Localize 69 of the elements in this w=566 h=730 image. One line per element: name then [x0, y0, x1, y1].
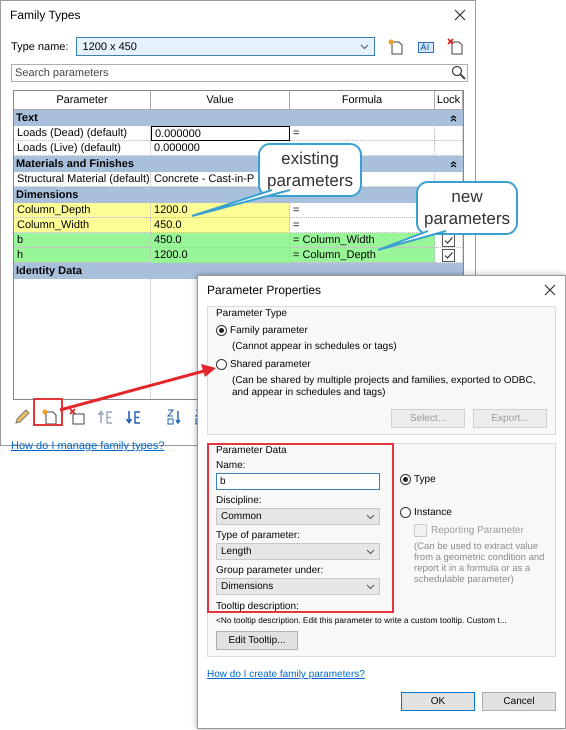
field-label: Discipline:	[216, 495, 263, 506]
highlight-frame	[33, 398, 63, 426]
option-note: (Can be used to extract value from a geometric condition and report it in a formula or as a schedulable parameter)	[414, 541, 546, 585]
collapse-icon[interactable]	[450, 160, 457, 168]
field-label: Type of parameter:	[216, 530, 301, 541]
group-name: Materials and Finishes	[16, 158, 134, 170]
option-note: (Cannot appear in schedules or tags)	[232, 341, 398, 353]
close-icon[interactable]	[543, 283, 557, 297]
name-field[interactable]: b	[216, 473, 380, 490]
window-title: Parameter Properties	[207, 283, 322, 297]
tooltip-text: <No tooltip description. Edit this parameter to write a custom tooltip. Custom t...	[216, 615, 507, 626]
group-name: Text	[16, 112, 38, 124]
parameter-cell: Loads (Dead) (default)	[14, 126, 151, 141]
group-label: Parameter Data	[216, 445, 288, 456]
caret-icon	[360, 44, 369, 50]
column-header[interactable]: Parameter	[14, 91, 151, 110]
dropdown[interactable]: Common	[216, 508, 380, 525]
parameter-cell: Column_Width	[14, 218, 151, 233]
dialog-button[interactable]: Cancel	[482, 692, 556, 711]
lock-checkbox[interactable]	[442, 248, 455, 262]
caret-icon	[366, 584, 375, 590]
caret-icon	[366, 514, 375, 520]
type-name-dropdown[interactable]: 1200 x 450	[76, 37, 375, 56]
group-name: Dimensions	[16, 189, 78, 201]
search-icon[interactable]	[451, 65, 466, 80]
radio-button[interactable]: Instance	[400, 507, 550, 518]
formula-cell: = Column_Width	[290, 233, 435, 248]
dropdown[interactable]: Length	[216, 543, 380, 560]
option-note: (Can be shared by multiple projects and families, exported to ODBC, and appear in schedules and tags)	[232, 375, 536, 399]
value-cell: 450.0	[151, 233, 290, 248]
sort-ascending-icon[interactable]	[165, 408, 183, 426]
radio-button[interactable]: Type	[400, 474, 550, 485]
search-field[interactable]: Search parameters	[11, 64, 468, 82]
close-icon[interactable]	[453, 8, 467, 22]
move-down-icon[interactable]	[125, 408, 143, 426]
parameter-cell: h	[14, 248, 151, 263]
group-label: Parameter Type	[216, 308, 288, 319]
value-cell: 450.0	[151, 218, 290, 233]
callout-pointer	[377, 230, 447, 251]
field-label: Name:	[216, 460, 246, 471]
window-title: Family Types	[10, 8, 80, 22]
formula-cell: =	[290, 126, 435, 141]
collapse-icon[interactable]	[450, 114, 457, 122]
value-cell: 1200.0	[151, 203, 290, 218]
group-header[interactable]: Text	[14, 110, 463, 126]
field-label: Tooltip description:	[216, 601, 300, 612]
delete-parameter-icon[interactable]	[69, 408, 87, 426]
value-cell: 1200.0	[151, 248, 290, 263]
type-name-label: Type name:	[11, 40, 68, 52]
column-header[interactable]: Formula	[290, 91, 435, 110]
dropdown[interactable]: Dimensions	[216, 578, 380, 595]
column-header[interactable]: Value	[151, 91, 290, 110]
delete-type-icon[interactable]	[447, 38, 465, 56]
value-field[interactable]: 0.000000	[151, 126, 290, 141]
pencil-icon[interactable]	[13, 408, 31, 426]
column-header[interactable]: Lock	[435, 91, 463, 110]
parameter-cell: b	[14, 233, 151, 248]
parameter-cell: Column_Depth	[14, 203, 151, 218]
field-label: Group parameter under:	[216, 565, 324, 576]
group-name: Identity Data	[16, 265, 82, 277]
caret-icon	[366, 548, 375, 554]
radio-button[interactable]: Family parameter	[216, 325, 308, 336]
help-link[interactable]: How do I create family parameters?	[207, 669, 365, 680]
new-parameter-icon[interactable]	[41, 408, 59, 426]
dialog-button[interactable]: OK	[401, 692, 475, 711]
formula-cell: = Column_Depth	[290, 248, 435, 263]
radio-button[interactable]: Shared parameter	[216, 359, 311, 370]
new-type-icon[interactable]	[387, 38, 405, 56]
edit-tooltip-button[interactable]: Edit Tooltip...	[216, 631, 298, 650]
